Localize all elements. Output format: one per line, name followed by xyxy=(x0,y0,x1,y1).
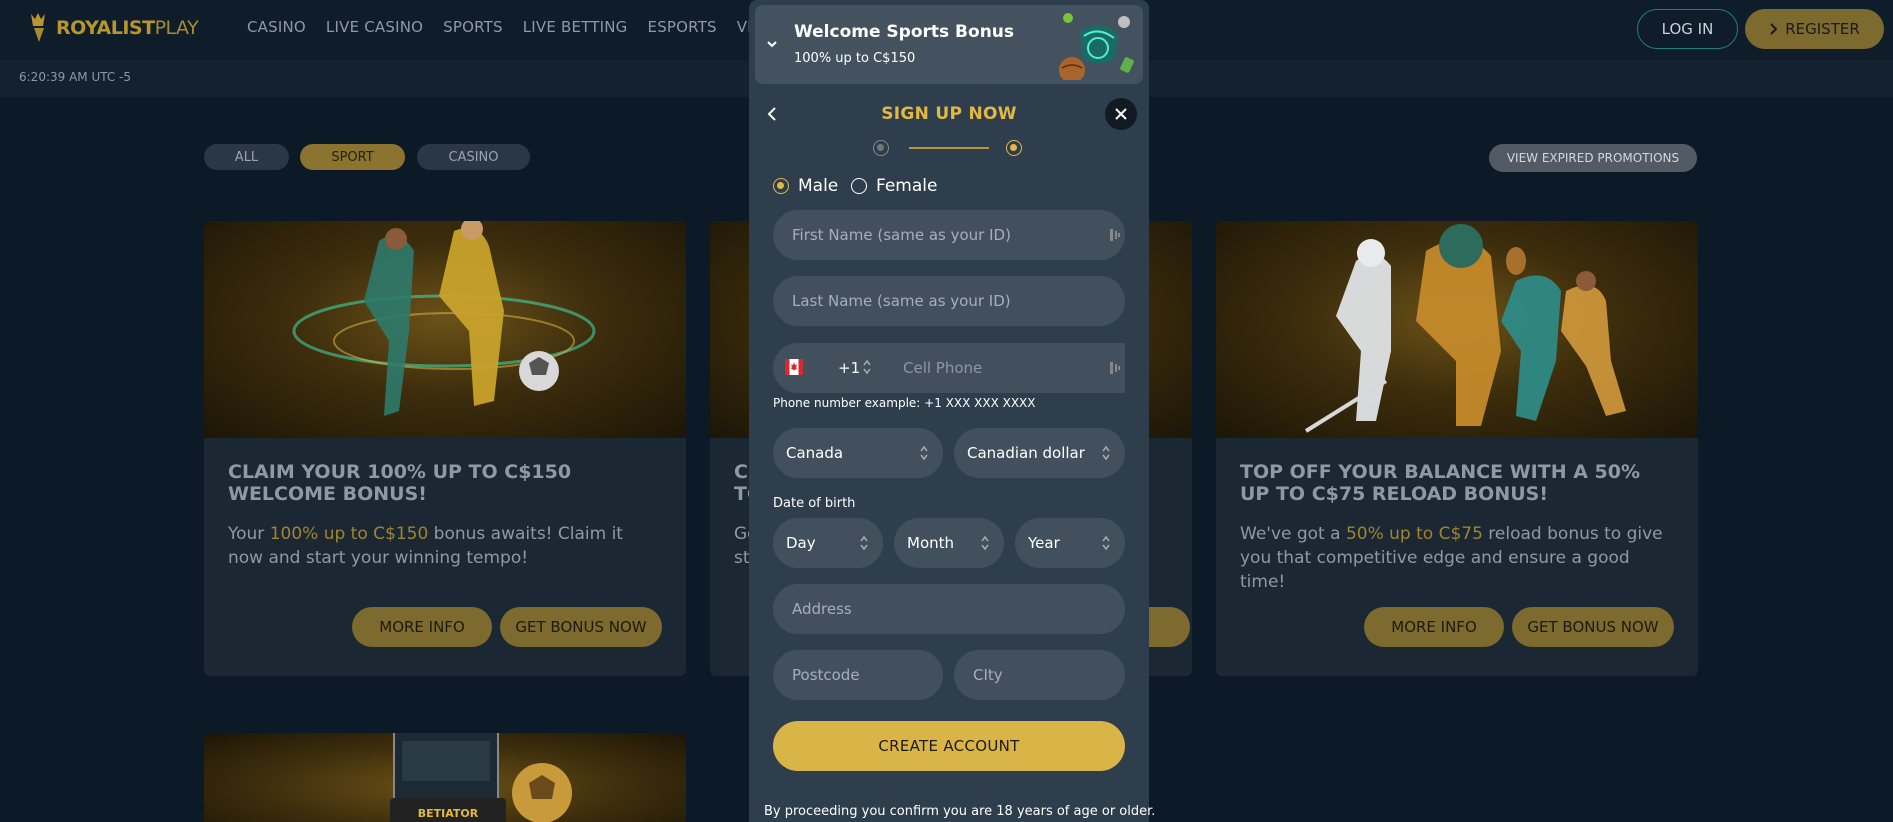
city-field[interactable]: CIty xyxy=(954,650,1125,700)
promo-image-soccer xyxy=(204,221,686,438)
close-icon xyxy=(1115,108,1127,120)
updown-arrows-icon xyxy=(1102,445,1110,461)
country-select[interactable]: Canada xyxy=(773,428,943,478)
promo-image-aviator: BETIATOR xyxy=(204,733,686,822)
multisport-players-illustration xyxy=(1304,224,1626,433)
get-bonus-button[interactable]: GET BONUS NOW xyxy=(500,607,662,647)
signup-title: SIGN UP NOW xyxy=(881,104,1017,124)
age-confirmation-text: By proceeding you confirm you are 18 yea… xyxy=(764,804,1156,819)
nav-esports[interactable]: ESPORTS xyxy=(648,18,717,36)
promo-title: TOP OFF YOUR BALANCE WITH A 50% UP TO C$… xyxy=(1240,461,1641,505)
year-value: Year xyxy=(1028,534,1060,552)
updown-arrows-icon xyxy=(1102,535,1110,551)
view-expired-promotions-button[interactable]: VIEW EXPIRED PROMOTIONS xyxy=(1489,144,1697,172)
last-name-field[interactable]: Last Name (same as your ID) xyxy=(773,276,1125,326)
id-card-icon xyxy=(1110,362,1120,374)
logo[interactable]: ROYALISTPLAY xyxy=(28,12,199,44)
updown-arrows-icon xyxy=(920,445,928,461)
day-value: Day xyxy=(786,534,816,552)
gender-female-radio[interactable]: Female xyxy=(851,176,937,196)
month-value: Month xyxy=(907,534,955,552)
promo-text-pre: Your xyxy=(228,524,270,544)
gender-male-radio[interactable]: Male xyxy=(773,176,838,196)
aviator-phone-illustration: BETIATOR xyxy=(390,733,572,822)
step-connector xyxy=(909,147,989,149)
gender-female-label: Female xyxy=(876,176,938,196)
more-info-button[interactable]: MORE INFO xyxy=(352,607,492,647)
soccer-players-illustration xyxy=(292,221,596,416)
promo-text: Your 100% up to C$150 bonus awaits! Clai… xyxy=(228,522,658,570)
updown-arrows-icon xyxy=(860,535,868,551)
promo-highlight: 50% up to C$75 xyxy=(1345,524,1483,544)
promo-card: CLAIM YOUR 100% UP TO C$150 WELCOME BONU… xyxy=(204,221,686,676)
id-card-icon xyxy=(1110,229,1120,241)
currency-value: Canadian dollar xyxy=(967,444,1085,462)
bonus-subtitle: 100% up to C$150 xyxy=(794,51,916,66)
crown-logo-icon xyxy=(31,13,45,42)
city-placeholder: CIty xyxy=(973,666,1003,684)
updown-arrows-icon[interactable] xyxy=(862,359,872,375)
promo-text-pre: We've got a xyxy=(1240,524,1346,544)
register-label: REGISTER xyxy=(1785,20,1860,38)
logo-text-light: PLAY xyxy=(154,17,199,39)
dob-label: Date of birth xyxy=(773,496,856,511)
promo-text: We've got a 50% up to C$75 reload bonus … xyxy=(1240,522,1670,594)
phone-hint: Phone number example: +1 XXX XXX XXXX xyxy=(773,396,1036,410)
svg-text:BETIATOR: BETIATOR xyxy=(418,807,479,820)
clock: 6:20:39 AM UTC -5 xyxy=(19,70,132,84)
last-name-placeholder: Last Name (same as your ID) xyxy=(792,292,1011,310)
phone-country-code[interactable]: +1 xyxy=(838,359,860,377)
create-account-button[interactable]: CREATE ACCOUNT xyxy=(773,721,1125,771)
dob-year-select[interactable]: Year xyxy=(1015,518,1125,568)
bonus-title: Welcome Sports Bonus xyxy=(794,22,1015,42)
address-field[interactable]: Address xyxy=(773,584,1125,634)
nav-live-betting[interactable]: LIVE BETTING xyxy=(523,18,628,36)
filter-all[interactable]: ALL xyxy=(204,144,289,170)
logo-text: ROYALISTPLAY xyxy=(56,17,199,39)
address-placeholder: Address xyxy=(792,600,852,618)
promo-highlight: 100% up to C$150 xyxy=(269,524,429,544)
filter-casino[interactable]: CASINO xyxy=(417,144,530,170)
promo-image-multisport xyxy=(1216,221,1698,438)
more-info-button[interactable]: MORE INFO xyxy=(1364,607,1504,647)
nav-casino[interactable]: CASINO xyxy=(247,18,306,36)
currency-select[interactable]: Canadian dollar xyxy=(954,428,1125,478)
postcode-placeholder: Postcode xyxy=(792,666,860,684)
nav-live-casino[interactable]: LIVE CASINO xyxy=(326,18,423,36)
login-button[interactable]: LOG IN xyxy=(1637,9,1738,49)
first-name-field[interactable]: First Name (same as your ID) xyxy=(773,210,1125,260)
main-nav: CASINO LIVE CASINO SPORTS LIVE BETTING E… xyxy=(247,18,782,36)
promo-title: CLAIM YOUR 100% UP TO C$150 WELCOME BONU… xyxy=(228,461,572,505)
cell-phone-placeholder: Cell Phone xyxy=(903,359,983,377)
first-name-placeholder: First Name (same as your ID) xyxy=(792,226,1011,244)
postcode-field[interactable]: Postcode xyxy=(773,650,943,700)
sports-bonus-icon xyxy=(1059,13,1134,80)
country-value: Canada xyxy=(786,444,844,462)
radio-selected-icon xyxy=(773,178,789,194)
filter-sport[interactable]: SPORT xyxy=(300,144,405,170)
dob-day-select[interactable]: Day xyxy=(773,518,883,568)
get-bonus-button[interactable]: GET BONUS NOW xyxy=(1512,607,1674,647)
register-button[interactable]: REGISTER xyxy=(1745,9,1884,49)
chevron-down-icon[interactable] xyxy=(766,38,778,50)
nav-sports[interactable]: SPORTS xyxy=(443,18,503,36)
promo-card: TOP OFF YOUR BALANCE WITH A 50% UP TO C$… xyxy=(1216,221,1698,676)
logo-text-bold: ROYALIST xyxy=(56,17,155,39)
canada-flag-icon[interactable] xyxy=(785,359,803,375)
gender-male-label: Male xyxy=(798,176,839,196)
radio-unselected-icon xyxy=(851,178,867,194)
dob-month-select[interactable]: Month xyxy=(894,518,1004,568)
chevron-right-icon xyxy=(1770,23,1778,35)
step-indicator-2 xyxy=(1006,140,1022,156)
step-indicator-1 xyxy=(873,140,889,156)
close-button[interactable] xyxy=(1105,98,1137,130)
updown-arrows-icon xyxy=(981,535,989,551)
